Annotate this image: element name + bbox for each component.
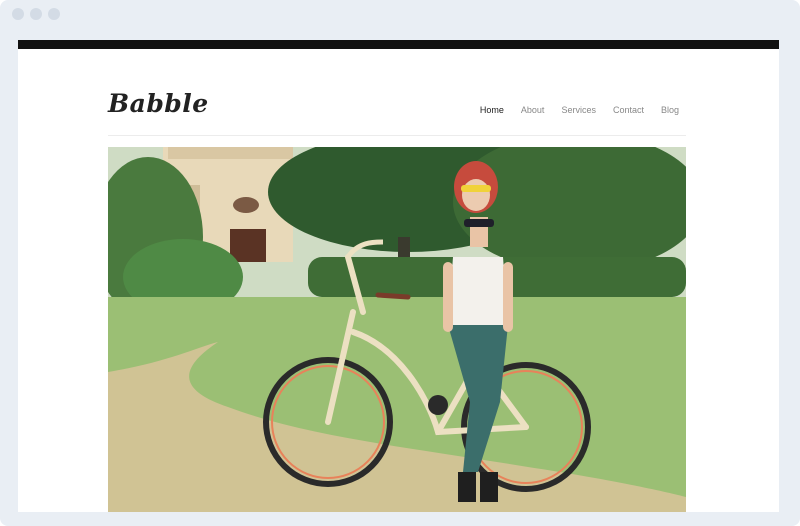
nav-item-about[interactable]: About bbox=[521, 105, 545, 115]
browser-frame: Babble Home About Services Contact Blog bbox=[0, 0, 800, 526]
window-dot-minimize[interactable] bbox=[30, 8, 42, 20]
page-viewport: Babble Home About Services Contact Blog bbox=[18, 40, 779, 512]
nav-item-home[interactable]: Home bbox=[480, 105, 504, 115]
hero-illustration bbox=[108, 147, 686, 512]
main-nav: Home About Services Contact Blog bbox=[480, 105, 679, 115]
hero-woman-glasses bbox=[461, 185, 491, 192]
window-dot-maximize[interactable] bbox=[48, 8, 60, 20]
nav-item-blog[interactable]: Blog bbox=[661, 105, 679, 115]
header-divider bbox=[108, 135, 686, 136]
hero-image bbox=[108, 147, 686, 512]
hero-building-door bbox=[230, 229, 266, 262]
top-bar bbox=[18, 40, 779, 49]
bike-handlebar-grip bbox=[375, 292, 411, 300]
window-dot-close[interactable] bbox=[12, 8, 24, 20]
bike-pedal bbox=[428, 395, 448, 415]
hero-building-window bbox=[233, 197, 259, 213]
nav-item-services[interactable]: Services bbox=[561, 105, 596, 115]
window-controls bbox=[12, 8, 60, 20]
nav-item-contact[interactable]: Contact bbox=[613, 105, 644, 115]
site-logo[interactable]: Babble bbox=[108, 89, 209, 118]
